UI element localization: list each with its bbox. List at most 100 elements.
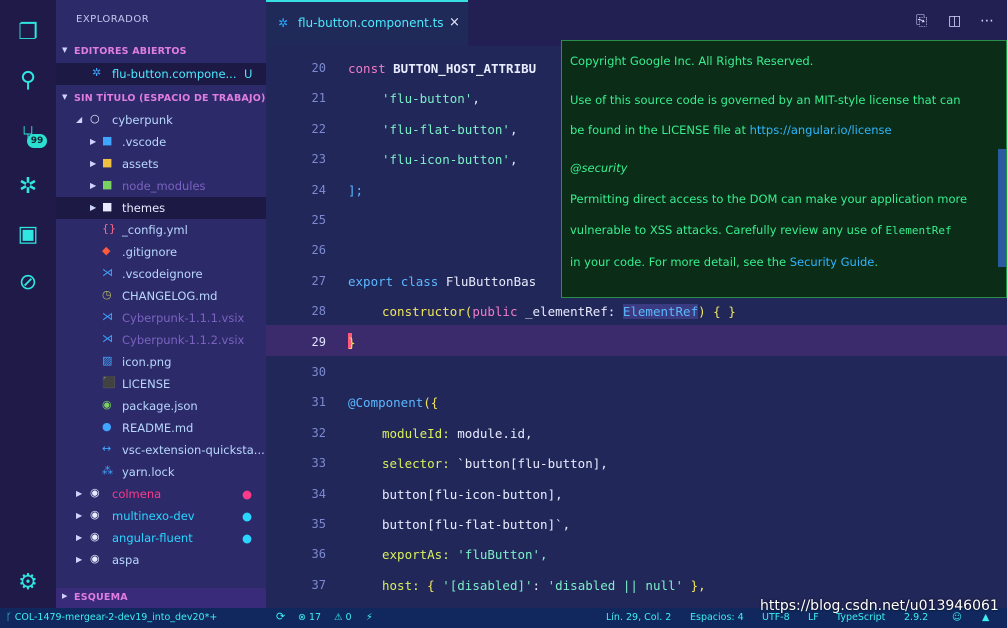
- tree-file-license[interactable]: ⬛ LICENSE: [56, 373, 266, 395]
- tree-file-vsix-2[interactable]: ⋊ Cyberpunk-1.1.2.vsix: [56, 329, 266, 351]
- open-changes-icon[interactable]: ⎘: [916, 13, 927, 29]
- yarn-file-icon: ⁂: [102, 464, 113, 477]
- tree-folder-assets[interactable]: ▶ ■ assets: [56, 153, 266, 175]
- yaml-file-icon: {}: [102, 222, 116, 235]
- tree-file-icon-png[interactable]: ▨ icon.png: [56, 351, 266, 373]
- tree-folder-angular-fluent[interactable]: ▶ ◉ angular-fluent ●: [56, 527, 266, 549]
- tree-folder-multinexo[interactable]: ▶ ◉ multinexo-dev ●: [56, 505, 266, 527]
- code-line-23: 'flu-icon-button',: [382, 152, 518, 167]
- tree-folder-aspa[interactable]: ▶ ◉ aspa: [56, 549, 266, 571]
- line-number: 25: [311, 213, 326, 227]
- tooltip-scrollbar[interactable]: [998, 149, 1006, 267]
- security-guide-link[interactable]: Security Guide: [790, 255, 875, 269]
- tree-file-vscodeignore[interactable]: ⋊ .vscodeignore: [56, 263, 266, 285]
- angular-file-icon: ✲: [92, 66, 102, 79]
- bolt-icon[interactable]: ⚡: [366, 612, 373, 623]
- root-folder-icon: ◉: [90, 486, 100, 499]
- line-number: 27: [311, 274, 326, 288]
- workspace-header[interactable]: ▼ SIN TÍTULO (ESPACIO DE TRABAJO): [56, 91, 266, 109]
- more-actions-icon[interactable]: ⋯: [980, 13, 994, 29]
- tree-file-changelog[interactable]: ◷ CHANGELOG.md: [56, 285, 266, 307]
- code-line-22: 'flu-flat-button',: [382, 122, 518, 137]
- git-file-icon: ◆: [102, 244, 111, 257]
- line-number: 32: [311, 426, 326, 440]
- warnings-status[interactable]: ⚠ 0: [334, 612, 352, 623]
- sync-icon[interactable]: ⟳: [276, 610, 285, 623]
- chevron-right-icon: ▶: [62, 592, 68, 600]
- tooltip-line: be found in the LICENSE file at https://…: [570, 123, 892, 137]
- folder-icon: ■: [102, 134, 113, 147]
- indentation-status[interactable]: Espacios: 4: [690, 612, 744, 623]
- line-number: 20: [311, 61, 326, 75]
- code-line-36: exportAs: 'fluButton',: [382, 547, 548, 562]
- tree-file-config[interactable]: {} _config.yml: [56, 219, 266, 241]
- modified-dot-icon: ●: [242, 531, 253, 545]
- changelog-file-icon: ◷: [102, 288, 112, 301]
- info-file-icon: ●: [102, 420, 112, 433]
- files-icon[interactable]: ❐: [14, 18, 42, 46]
- tree-file-quickstart[interactable]: ↔ vsc-extension-quicksta...: [56, 439, 266, 461]
- tree-file-yarn-lock[interactable]: ⁂ yarn.lock: [56, 461, 266, 483]
- modified-dot-icon: ●: [242, 487, 253, 501]
- tree-folder-themes[interactable]: ▶ ■ themes: [56, 197, 266, 219]
- line-number: 21: [311, 91, 326, 105]
- chevron-right-icon: ▶: [90, 181, 97, 190]
- errors-status[interactable]: ⊗ 17: [298, 612, 321, 623]
- activity-bar: ❐ ⚲ ⑂ 99 ✲ ▣ ⊘ ⚙: [0, 0, 56, 608]
- code-line-24: ];: [348, 183, 364, 198]
- tooltip-line: Permitting direct access to the DOM can …: [570, 192, 968, 206]
- chevron-down-icon: ◢: [76, 115, 83, 124]
- line-number: 26: [311, 243, 326, 257]
- remote-icon[interactable]: ⊘: [14, 268, 42, 296]
- tooltip-line: in your code. For more detail, see the S…: [570, 255, 879, 269]
- line-number: 31: [311, 395, 326, 409]
- outline-header[interactable]: ▶ ESQUEMA: [56, 588, 266, 608]
- line-number: 35: [311, 517, 326, 531]
- open-editors-header[interactable]: ▼ EDITORES ABIERTOS: [56, 44, 266, 62]
- hover-tooltip: Copyright Google Inc. All Rights Reserve…: [561, 40, 1007, 298]
- chevron-right-icon: ▶: [76, 489, 83, 498]
- tree-folder-colmena[interactable]: ▶ ◉ colmena ●: [56, 483, 266, 505]
- branch-status[interactable]: ᚴ COL-1479-mergear-2-dev19_into_dev20*+: [6, 612, 217, 623]
- code-line-34: button[flu-icon-button],: [382, 487, 563, 502]
- watermark: https://blog.csdn.net/u013946061: [760, 598, 999, 614]
- source-control-badge: 99: [27, 134, 47, 148]
- close-icon[interactable]: ×: [449, 15, 460, 30]
- root-folder-icon: ◉: [90, 552, 100, 565]
- code-line-29: }: [348, 335, 356, 350]
- extensions-icon[interactable]: ▣: [14, 220, 42, 248]
- tooltip-line: vulnerable to XSS attacks. Carefully rev…: [570, 223, 952, 237]
- code-line-27: export class FluButtonBas: [348, 274, 537, 289]
- tooltip-tag: @security: [570, 161, 628, 175]
- split-editor-icon[interactable]: ◫: [948, 13, 961, 29]
- open-editor-item[interactable]: ✲ flu-button.compone... U: [56, 63, 266, 85]
- tree-folder-node-modules[interactable]: ▶ ■ node_modules: [56, 175, 266, 197]
- vsix-file-icon: ⋊: [102, 310, 113, 323]
- tree-file-gitignore[interactable]: ◆ .gitignore: [56, 241, 266, 263]
- cursor-position[interactable]: Lín. 29, Col. 2: [606, 612, 671, 623]
- tooltip-line: Use of this source code is governed by a…: [570, 93, 961, 107]
- line-number: 22: [311, 122, 326, 136]
- line-number: 30: [311, 365, 326, 379]
- license-link[interactable]: https://angular.io/license: [750, 123, 892, 137]
- debug-icon[interactable]: ✲: [14, 172, 42, 200]
- chevron-right-icon: ▶: [90, 137, 97, 146]
- gear-icon[interactable]: ⚙: [14, 568, 42, 596]
- code-line-37: host: { '[disabled]': 'disabled || null'…: [382, 578, 706, 593]
- tree-folder-cyberpunk[interactable]: ◢ ○ cyberpunk: [56, 109, 266, 131]
- code-line-20: const BUTTON_HOST_ATTRIBU: [348, 61, 537, 76]
- chevron-right-icon: ▶: [90, 203, 97, 212]
- npm-file-icon: ◉: [102, 398, 112, 411]
- tab-flu-button-component[interactable]: ✲ flu-button.component.ts ×: [266, 0, 468, 46]
- tree-file-readme[interactable]: ● README.md: [56, 417, 266, 439]
- search-icon[interactable]: ⚲: [14, 66, 42, 94]
- tree-folder-vscode[interactable]: ▶ ■ .vscode: [56, 131, 266, 153]
- tree-file-package-json[interactable]: ◉ package.json: [56, 395, 266, 417]
- tree-file-vsix-1[interactable]: ⋊ Cyberpunk-1.1.1.vsix: [56, 307, 266, 329]
- chevron-right-icon: ▶: [76, 511, 83, 520]
- root-folder-icon: ◉: [90, 508, 100, 521]
- explorer-title: EXPLORADOR: [76, 14, 150, 25]
- chevron-right-icon: ▶: [76, 533, 83, 542]
- modified-dot-icon: ●: [242, 509, 253, 523]
- line-number-current: 29: [311, 335, 326, 349]
